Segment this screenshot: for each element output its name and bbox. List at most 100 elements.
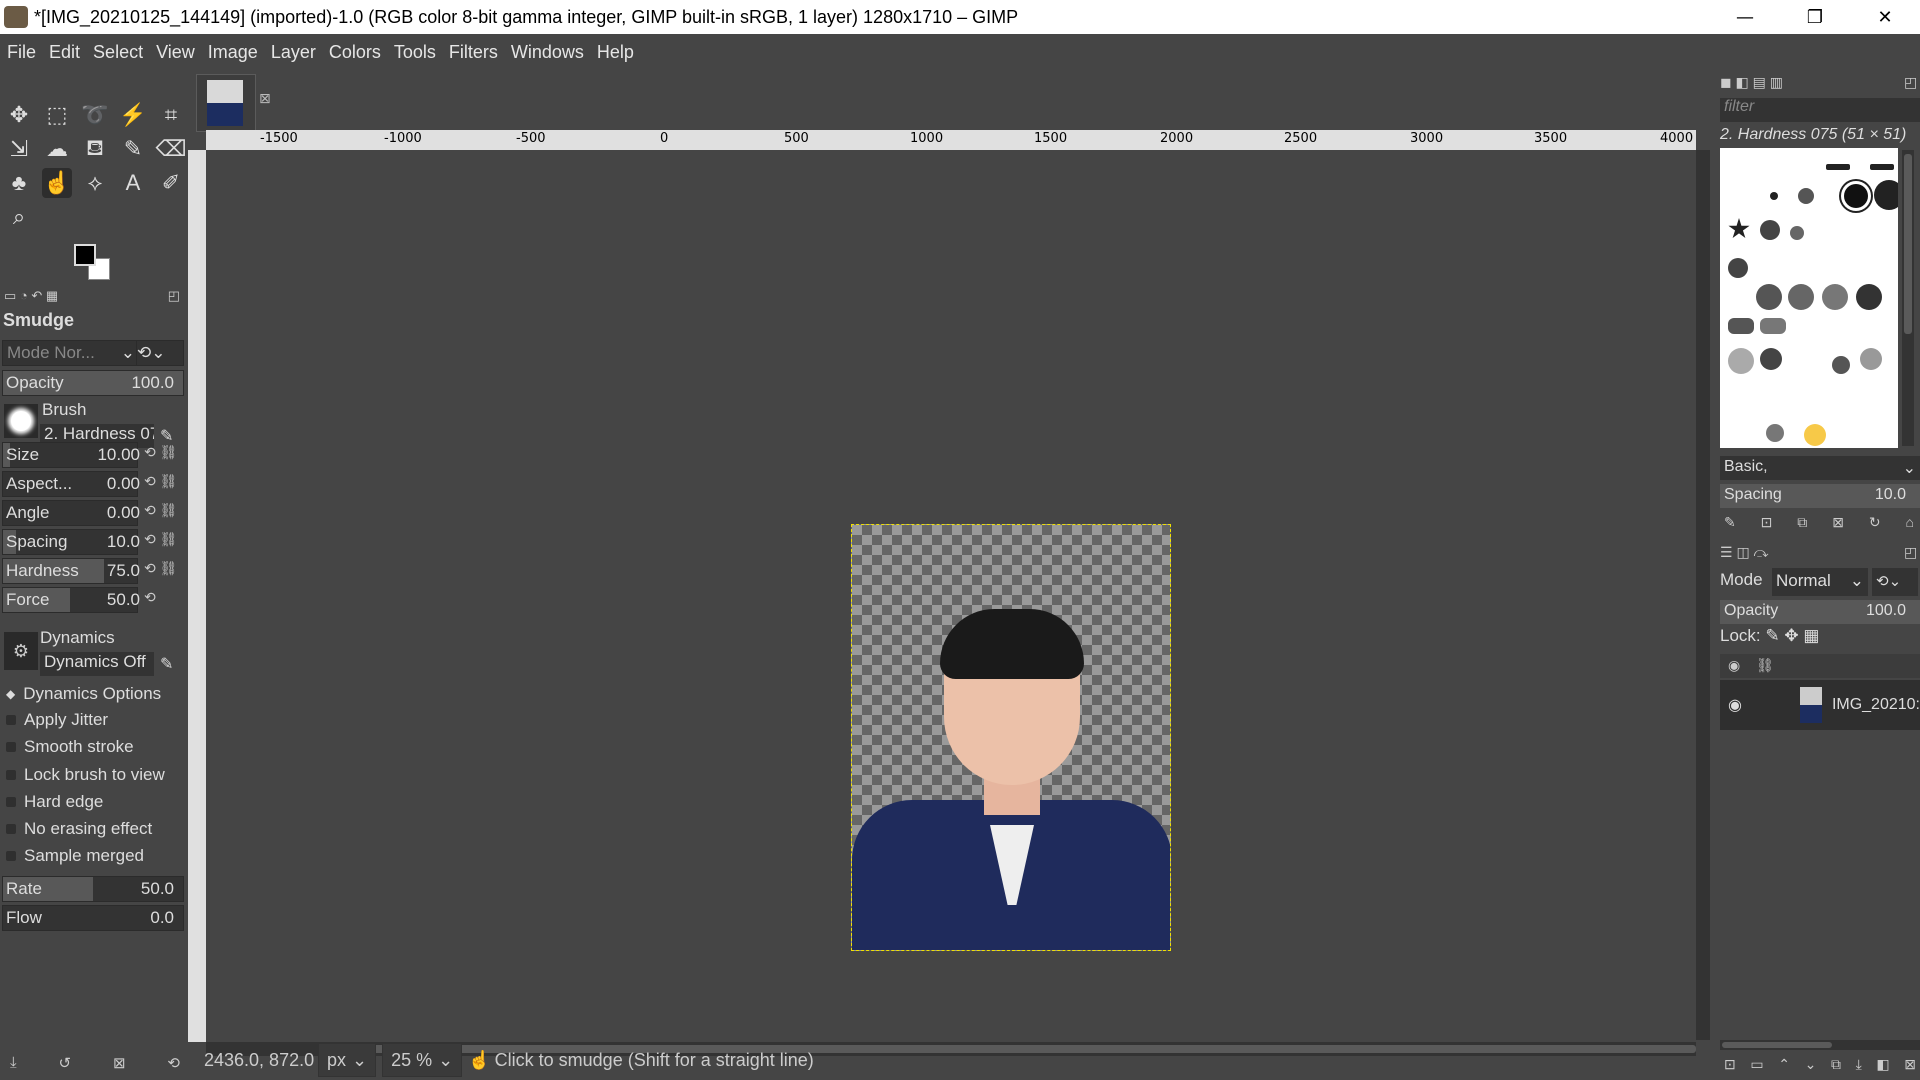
toolbox-dock-tabs[interactable]: ▭ ◔ ↶ ▦ ◰ (4, 288, 184, 304)
vertical-scrollbar[interactable] (1696, 150, 1710, 1040)
canvas[interactable] (206, 150, 1696, 1040)
brush-grid-scrollbar[interactable] (1902, 150, 1914, 446)
vertical-ruler (188, 150, 206, 1042)
tool-options-title: Smudge (3, 310, 75, 330)
text-tool-icon[interactable]: A (118, 168, 148, 198)
restore-options-icon: ↺ (58, 1055, 72, 1072)
brush-grid[interactable] (1720, 148, 1898, 448)
pointer-coordinates: 2436.0, 872.0 (204, 1049, 315, 1070)
image-tab[interactable]: ⊠ (196, 74, 271, 132)
color-picker-tool-icon[interactable]: ✐ (156, 168, 186, 198)
mode-dropdown[interactable]: Mode Nor... ⌄ (2, 340, 142, 366)
menu-windows[interactable]: Windows (504, 42, 590, 63)
reset-link-icons[interactable]: ⟲ ⛓ (144, 444, 184, 461)
foreground-color-swatch[interactable] (74, 244, 96, 266)
brush-spacing-slider[interactable]: Spacing 10.0 (1720, 484, 1920, 508)
warp-tool-icon[interactable]: ☁ (42, 134, 72, 164)
bucket-fill-tool-icon[interactable]: ⛾ (80, 134, 110, 164)
spacing-slider[interactable]: Spacing 10.0 ⟲ ⛓ (2, 529, 184, 555)
layer-actions[interactable]: ⊡ ▭ ⌃ ⌄ ⧉ ⤓ ◧ ⊠ (1724, 1056, 1916, 1073)
opacity-slider[interactable]: Opacity 100.0 (2, 370, 184, 396)
flow-slider[interactable]: Flow 0.0 (2, 905, 184, 931)
eraser-tool-icon[interactable]: ⌫ (155, 134, 186, 164)
title-bar: *[IMG_20210125_144149] (imported)-1.0 (R… (0, 0, 1920, 34)
image-layer-photo[interactable] (851, 524, 1171, 951)
lock-pixels-icon[interactable]: ✎ (1765, 626, 1779, 645)
minimize-button[interactable]: — (1710, 0, 1780, 34)
dynamics-field[interactable]: Dynamics Off (40, 652, 154, 676)
brushes-dock-tabs[interactable]: ◼ ◧ ▤ ▥ ◰ (1720, 74, 1917, 91)
reset-link-icons[interactable]: ⟲ ⛓ (144, 531, 184, 548)
smudge-hint-icon: ☝ (468, 1049, 491, 1070)
open-folder-icon: ⌂ (1905, 514, 1914, 530)
brush-actions[interactable]: ✎ ⊡ ⧉ ⊠ ↻ ⌂ (1724, 514, 1914, 531)
close-tab-icon[interactable]: ⊠ (259, 91, 271, 107)
status-message: Click to smudge (Shift for a straight li… (494, 1049, 814, 1070)
no-erasing-checkbox[interactable]: No erasing effect (6, 819, 152, 839)
menu-image[interactable]: Image (201, 42, 264, 63)
layers-scrollbar[interactable] (1720, 1040, 1920, 1050)
menu-filters[interactable]: Filters (442, 42, 504, 63)
sample-merged-checkbox[interactable]: Sample merged (6, 846, 144, 866)
transform-tool-icon[interactable]: ⇲ (4, 134, 34, 164)
lock-brush-checkbox[interactable]: Lock brush to view (6, 765, 165, 785)
mode-reset-dropdown[interactable]: ⟲⌄ (136, 340, 184, 366)
brush-filter-input[interactable]: filter (1720, 98, 1920, 122)
rate-slider[interactable]: Rate 50.0 (2, 876, 184, 902)
brush-tag-dropdown[interactable]: Basic, ⌄ (1720, 456, 1920, 480)
eye-icon[interactable]: ◉ (1728, 695, 1746, 715)
clone-tool-icon[interactable]: ♣ (4, 168, 34, 198)
menu-colors[interactable]: Colors (322, 42, 387, 63)
layer-opacity-slider[interactable]: Opacity 100.0 (1720, 600, 1920, 624)
size-slider[interactable]: Size 10.00 ⟲ ⛓ (2, 442, 184, 468)
hard-edge-checkbox[interactable]: Hard edge (6, 792, 103, 812)
rect-select-tool-icon[interactable]: ⬚ (42, 100, 72, 130)
layer-mode-reset[interactable]: ⟲⌄ (1872, 568, 1918, 596)
reset-link-icons[interactable]: ⟲ ⛓ (144, 560, 184, 577)
lock-alpha-icon[interactable]: ▦ (1803, 626, 1819, 645)
menu-layer[interactable]: Layer (264, 42, 322, 63)
edit-dynamics-icon[interactable]: ✎ (160, 654, 173, 674)
maximize-button[interactable]: ❐ (1780, 0, 1850, 34)
paths-tool-icon[interactable]: ⟡ (80, 168, 110, 198)
reset-link-icons[interactable]: ⟲ ⛓ (144, 502, 184, 519)
layer-mode-dropdown[interactable]: Normal ⌄ (1772, 568, 1868, 596)
crop-tool-icon[interactable]: ⌗ (156, 100, 186, 130)
menu-file[interactable]: File (0, 42, 42, 63)
force-slider[interactable]: Force 50.0 ⟲ (2, 587, 184, 613)
layer-row[interactable]: ◉ IMG_20210: (1720, 680, 1920, 730)
menu-help[interactable]: Help (590, 42, 640, 63)
reset-icon[interactable]: ⟲ (144, 589, 184, 606)
smudge-tool-icon[interactable]: ☝ (42, 168, 72, 198)
menu-select[interactable]: Select (86, 42, 149, 63)
move-tool-icon[interactable]: ✥ (4, 100, 34, 130)
zoom-tool-icon[interactable]: ⌕ (4, 202, 34, 232)
fg-bg-colors[interactable] (72, 240, 118, 282)
aspect-slider[interactable]: Aspect... 0.00 ⟲ ⛓ (2, 471, 184, 497)
menu-view[interactable]: View (149, 42, 201, 63)
reset-link-icons[interactable]: ⟲ ⛓ (144, 473, 184, 490)
duplicate-layer-icon: ⧉ (1830, 1056, 1841, 1072)
dynamics-options-expander[interactable]: ◆ Dynamics Options (6, 684, 161, 704)
menu-bar: File Edit Select View Image Layer Colors… (0, 34, 1920, 70)
tool-options-footer[interactable]: ⤓ ↺ ⊠ ⟲ (10, 1054, 180, 1072)
close-button[interactable]: ✕ (1850, 0, 1920, 34)
smooth-stroke-checkbox[interactable]: Smooth stroke (6, 737, 134, 757)
fuzzy-select-tool-icon[interactable]: ⚡ (118, 100, 148, 130)
lock-position-icon[interactable]: ✥ (1784, 626, 1798, 645)
zoom-dropdown[interactable]: 25 % ⌄ (382, 1043, 463, 1077)
hardness-slider[interactable]: Hardness 75.0 ⟲ ⛓ (2, 558, 184, 584)
dynamics-preview[interactable]: ⚙ (4, 632, 38, 670)
layers-dock-tabs[interactable]: ☰ ◫ ⤼ ◰ (1720, 544, 1920, 561)
angle-slider[interactable]: Angle 0.00 ⟲ ⛓ (2, 500, 184, 526)
apply-jitter-checkbox[interactable]: Apply Jitter (6, 710, 108, 730)
menu-tools[interactable]: Tools (387, 42, 442, 63)
brush-preview[interactable] (4, 404, 38, 438)
reset-icon: ⟲⌄ (137, 343, 166, 362)
edit-brush-icon: ✎ (1724, 514, 1736, 530)
lasso-tool-icon[interactable]: ➰ (80, 100, 110, 130)
unit-dropdown[interactable]: px ⌄ (318, 1043, 377, 1077)
menu-edit[interactable]: Edit (42, 42, 86, 63)
selected-brush-name: 2. Hardness 075 (51 × 51) (1720, 126, 1907, 143)
paintbrush-tool-icon[interactable]: ✎ (118, 134, 148, 164)
